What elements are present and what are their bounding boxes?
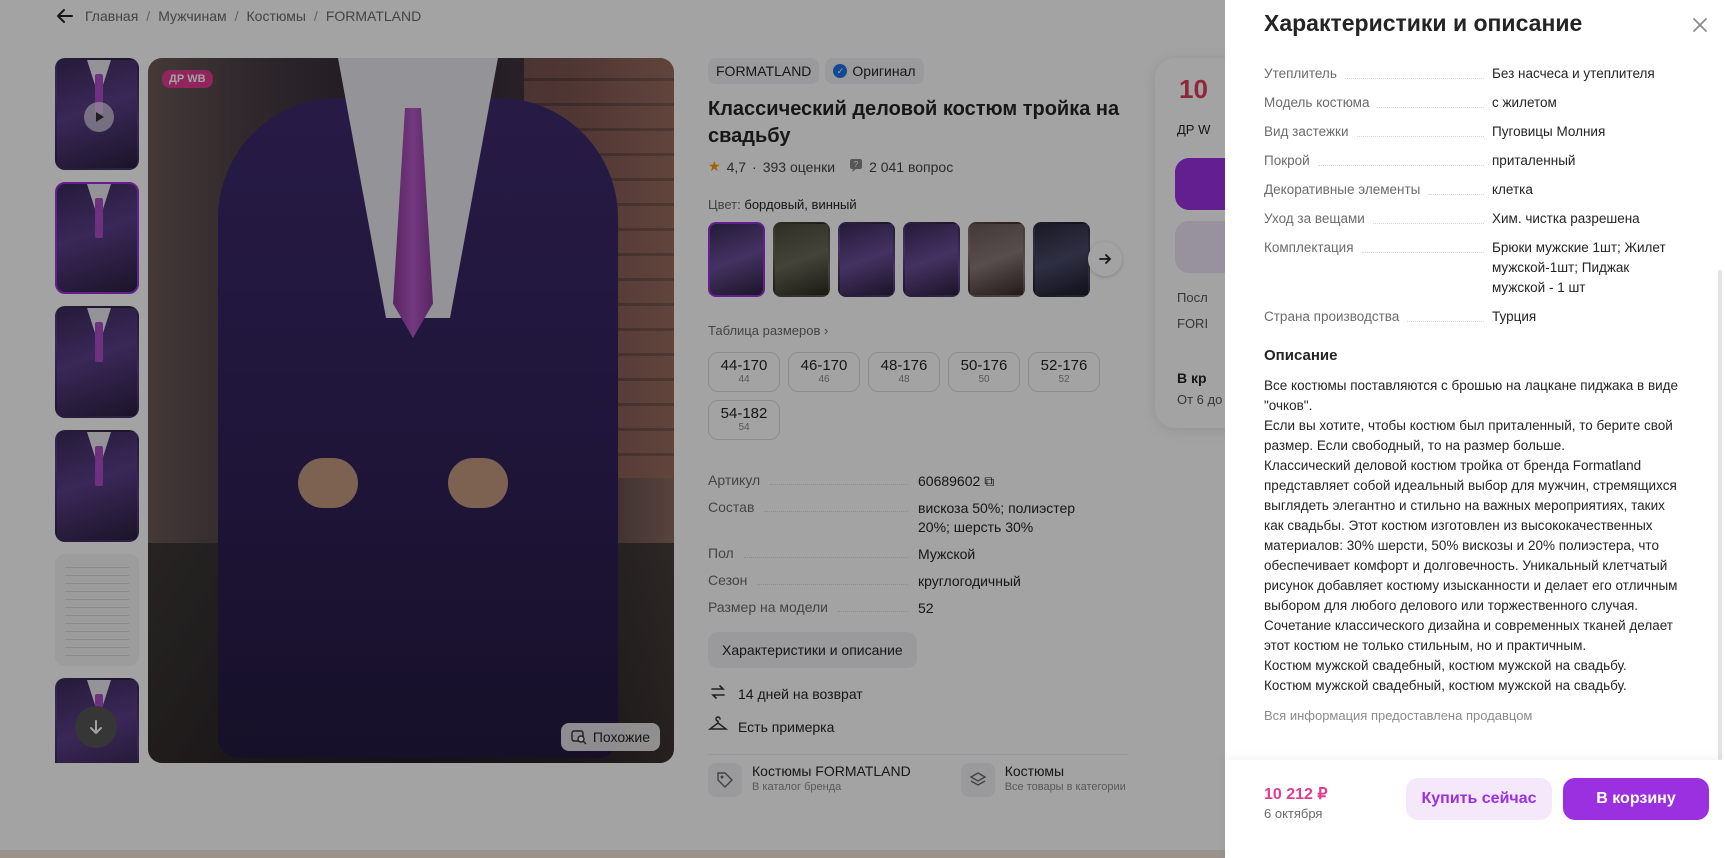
characteristic-row: Страна производства Турция — [1264, 309, 1537, 324]
characteristic-row: Утеплитель Без насчеса и утеплителя — [1264, 66, 1655, 81]
characteristic-row: Комплектация Брюки мужские 1шт; Жилет му… — [1264, 240, 1666, 295]
close-icon[interactable] — [1689, 14, 1711, 36]
description-title: Описание — [1264, 347, 1338, 364]
buy-now-button[interactable]: Купить сейчас — [1406, 778, 1552, 820]
seller-info-note: Вся информация предоставлена продавцом — [1264, 708, 1533, 723]
drawer-scrollbar[interactable] — [1718, 270, 1722, 760]
drawer-body: Утеплитель Без насчеса и утеплителя Моде… — [1264, 64, 1684, 744]
characteristic-row: Уход за вещами Хим. чистка разрешена — [1264, 211, 1640, 226]
characteristic-row: Вид застежки Пуговицы Молния — [1264, 124, 1606, 139]
add-to-cart-button[interactable]: В корзину — [1563, 778, 1709, 820]
characteristic-row: Покрой приталенный — [1264, 153, 1576, 168]
characteristics-drawer: Характеристики и описание Утеплитель Без… — [1225, 0, 1725, 858]
footer-delivery-date: 6 октября — [1264, 806, 1323, 821]
drawer-title: Характеристики и описание — [1264, 10, 1583, 36]
characteristic-row: Декоративные элементы клетка — [1264, 182, 1533, 197]
description-text: Все костюмы поставляются с брошью на лац… — [1264, 378, 1679, 693]
footer-price: 10 212 ₽ — [1264, 786, 1328, 803]
drawer-footer: 10 212 ₽ 6 октября Купить сейчас В корзи… — [1225, 760, 1725, 858]
characteristic-row: Модель костюма с жилетом — [1264, 95, 1557, 110]
